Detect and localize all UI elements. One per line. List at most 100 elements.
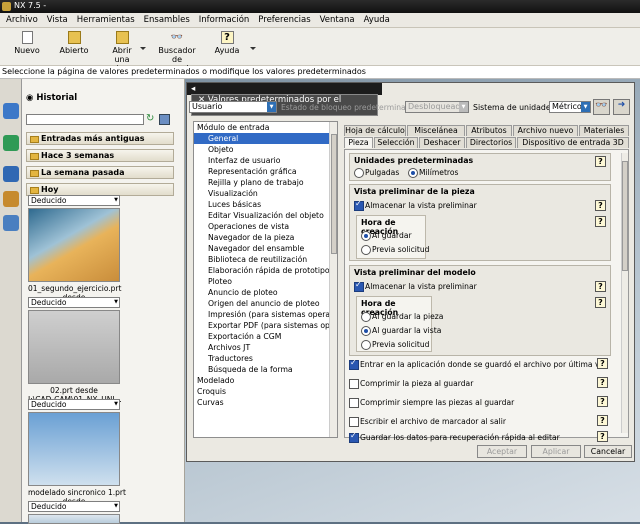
assembly-navigator-icon[interactable] (3, 135, 19, 151)
panel-scrollbar[interactable] (621, 153, 628, 433)
option-checkbox[interactable]: Comprimir la pieza al guardar (349, 379, 473, 389)
tab-row1-1[interactable]: Miscelánea (407, 125, 465, 136)
menu-ayuda[interactable]: Ayuda (364, 15, 390, 27)
tree-item[interactable]: General (194, 133, 337, 144)
tree-item[interactable]: Ploteo (194, 276, 337, 287)
help-icon[interactable]: ? (595, 281, 606, 292)
tree-item[interactable]: Modelado (194, 375, 337, 386)
tree-item[interactable]: Rejilla y plano de trabajo (194, 177, 337, 188)
model-on-save-view-radio[interactable]: Al guardar la vista (361, 326, 441, 336)
tree-item[interactable]: Navegador de la pieza (194, 232, 337, 243)
ok-button[interactable]: Aceptar (477, 445, 527, 458)
pin-icon[interactable]: ◉ (26, 93, 33, 103)
tab-row1-4[interactable]: Materiales (579, 125, 629, 136)
history-filter-select[interactable] (26, 114, 144, 125)
tree-item[interactable]: Módulo de entrada (194, 122, 337, 133)
tree-item[interactable]: Archivos JT (194, 342, 337, 353)
reference-set-dropdown[interactable]: Deducido (28, 399, 120, 410)
tab-row1-3[interactable]: Archivo nuevo (513, 125, 578, 136)
history-thumbnail[interactable]: Deducidomodelado sincronico 1.prtdesde (28, 399, 126, 506)
option-checkbox[interactable]: Guardar los datos para recuperación rápi… (349, 431, 560, 443)
history-group[interactable]: Hace 3 semanas (26, 149, 174, 162)
tree-item[interactable]: Interfaz de usuario (194, 155, 337, 166)
menu-herramientas[interactable]: Herramientas (77, 15, 135, 27)
part-on-request-radio[interactable]: Previa solicitud (361, 245, 429, 255)
menu-preferencias[interactable]: Preferencias (258, 15, 310, 27)
history-clock-icon[interactable] (3, 166, 19, 182)
help-icon[interactable]: ? (597, 431, 608, 442)
option-checkbox[interactable]: Entrar en la aplicación donde se guardó … (349, 358, 608, 370)
store-model-preview-checkbox[interactable]: Almacenar la vista preliminar (354, 280, 477, 292)
panel-scrollbar-thumb[interactable] (622, 161, 628, 271)
tree-item[interactable]: Representación gráfica (194, 166, 337, 177)
help-icon[interactable]: ? (595, 200, 606, 211)
info-icon[interactable] (3, 103, 19, 119)
tree-item[interactable]: Luces básicas (194, 199, 337, 210)
model-on-save-part-radio[interactable]: Al guardar la pieza (361, 312, 443, 322)
part-preview-image[interactable] (28, 310, 120, 384)
option-checkbox[interactable]: Escribir el archivo de marcador al salir (349, 417, 506, 427)
tree-item[interactable]: Traductores (194, 353, 337, 364)
tab-row2-1[interactable]: Selección (374, 137, 418, 148)
tree-item[interactable]: Objeto (194, 144, 337, 155)
menu-información[interactable]: Información (199, 15, 250, 27)
tab-row2-0[interactable]: Pieza (344, 137, 373, 148)
reference-set-dropdown[interactable]: Deducido (28, 501, 120, 512)
module-tree[interactable]: Módulo de entrada General Objeto Interfaz d… (193, 121, 338, 438)
open-button[interactable]: Abierto (58, 31, 90, 55)
tree-item[interactable]: Biblioteca de reutilización (194, 254, 337, 265)
help-icon[interactable]: ? (595, 297, 606, 308)
view-options-icon[interactable] (159, 114, 170, 125)
model-on-request-radio[interactable]: Previa solicitud (361, 340, 429, 350)
system-materials-icon[interactable] (3, 215, 19, 231)
menu-vista[interactable]: Vista (47, 15, 68, 27)
part-on-save-radio[interactable]: Al guardar (361, 231, 412, 241)
cancel-button[interactable]: Cancelar (584, 445, 632, 458)
tree-item[interactable]: Origen del anuncio de ploteo (194, 298, 337, 309)
help-icon[interactable]: ? (595, 156, 606, 167)
history-thumbnail[interactable]: Deducido01_segundo_ejercicio.prtdesde (28, 195, 121, 302)
tree-item[interactable]: Visualización (194, 188, 337, 199)
millimeters-radio[interactable]: Milímetros (408, 168, 459, 178)
tree-item[interactable]: Navegador del ensamble (194, 243, 337, 254)
tree-item[interactable]: Operaciones de vista (194, 221, 337, 232)
tab-row1-2[interactable]: Atributos (466, 125, 512, 136)
menu-ventana[interactable]: Ventana (320, 15, 355, 27)
help-icon[interactable]: ? (597, 358, 608, 369)
defaults-level-select[interactable]: Usuario ▼ (189, 101, 277, 113)
tree-item[interactable]: Curvas (194, 397, 337, 408)
part-preview-image[interactable] (28, 514, 120, 524)
tree-item[interactable]: Impresión (para sistemas operativo (194, 309, 337, 320)
history-group[interactable]: Entradas más antiguas (26, 132, 174, 145)
open-part-dropdown-arrow-icon[interactable] (140, 47, 146, 50)
tree-item[interactable]: Editar Visualización del objeto (194, 210, 337, 221)
history-thumbnail[interactable]: Deducido02.prt desdeI:\CAD-CAM\01_NX_UNI… (28, 297, 122, 404)
tree-item[interactable]: Anuncio de ploteo (194, 287, 337, 298)
help-button[interactable]: ? Ayuda (212, 31, 256, 55)
help-dropdown-arrow-icon[interactable] (250, 47, 256, 50)
tab-row1-0[interactable]: Hoja de cálculo (344, 125, 406, 136)
tree-item[interactable]: Búsqueda de la forma (194, 364, 337, 375)
inches-radio[interactable]: Pulgadas (354, 168, 399, 178)
help-icon[interactable]: ? (597, 396, 608, 407)
tab-row2-4[interactable]: Dispositivo de entrada 3D (517, 137, 629, 148)
tree-item[interactable]: Elaboración rápida de prototipos (194, 265, 337, 276)
part-preview-image[interactable] (28, 208, 120, 282)
part-preview-image[interactable] (28, 412, 120, 486)
tree-scrollbar-thumb[interactable] (331, 134, 337, 254)
help-icon[interactable]: ? (597, 415, 608, 426)
menu-archivo[interactable]: Archivo (6, 15, 38, 27)
tab-row2-2[interactable]: Deshacer (419, 137, 465, 148)
menu-ensambles[interactable]: Ensambles (144, 15, 190, 27)
units-system-select[interactable]: Métrico ▼ (549, 101, 591, 113)
help-icon[interactable]: ? (597, 377, 608, 388)
history-thumbnail[interactable]: Deducido (28, 501, 120, 524)
back-icon[interactable]: ◂ (191, 84, 195, 94)
history-group[interactable]: La semana pasada (26, 166, 174, 179)
option-checkbox[interactable]: Comprimir siempre las piezas al guardar (349, 398, 514, 408)
tab-row2-3[interactable]: Directorios (466, 137, 516, 148)
tree-scrollbar[interactable] (329, 122, 337, 437)
refresh-icon[interactable]: ↻ (146, 114, 157, 125)
store-part-preview-checkbox[interactable]: Almacenar la vista preliminar (354, 199, 477, 211)
apply-button[interactable]: Aplicar (531, 445, 581, 458)
